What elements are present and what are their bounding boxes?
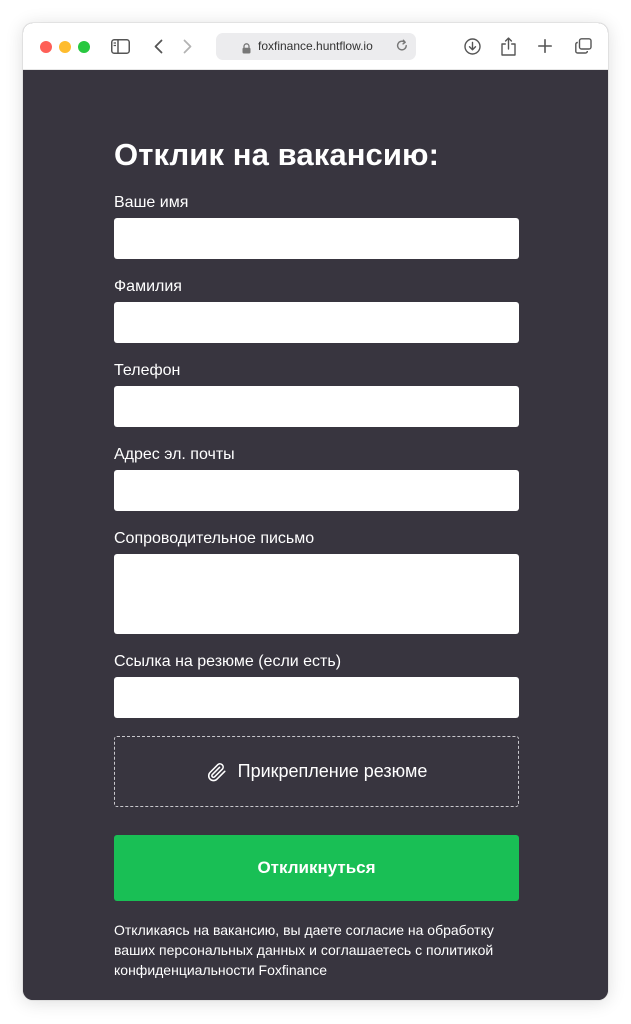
phone-label: Телефон	[114, 362, 181, 379]
attach-resume-label: Прикрепление резюме	[237, 761, 428, 781]
attach-resume-button[interactable]: Прикрепление резюме	[114, 736, 519, 807]
paperclip-icon	[206, 761, 228, 783]
phone-input[interactable]	[114, 386, 519, 427]
last-name-input[interactable]	[114, 302, 519, 343]
lock-icon	[242, 41, 251, 59]
reload-icon[interactable]	[395, 39, 409, 58]
sidebar-icon[interactable]	[110, 37, 130, 55]
new-tab-icon[interactable]	[536, 37, 554, 55]
browser-window: foxfinance.huntflow.io Отклик на ваканси…	[23, 23, 608, 1000]
cover-letter-textarea[interactable]	[114, 554, 519, 634]
email-label: Адрес эл. почты	[114, 446, 235, 463]
cover-letter-label: Сопроводительное письмо	[114, 530, 315, 547]
browser-toolbar: foxfinance.huntflow.io	[23, 23, 608, 70]
resume-link-input[interactable]	[114, 677, 519, 718]
zoom-window-button[interactable]	[78, 41, 90, 53]
email-input[interactable]	[114, 470, 519, 511]
url-text: foxfinance.huntflow.io	[258, 39, 373, 53]
consent-text: Откликаясь на вакансию, вы даете согласи…	[114, 922, 494, 978]
share-icon[interactable]	[499, 35, 517, 57]
form-title: Отклик на вакансию:	[114, 137, 440, 172]
first-name-input[interactable]	[114, 218, 519, 259]
forward-chevron-icon[interactable]	[180, 37, 194, 55]
submit-button[interactable]: Откликнуться	[114, 835, 519, 901]
download-icon[interactable]	[462, 36, 482, 56]
last-name-label: Фамилия	[114, 278, 182, 295]
first-name-label: Ваше имя	[114, 194, 189, 211]
address-bar[interactable]: foxfinance.huntflow.io	[216, 33, 416, 60]
application-form: Отклик на вакансию: Ваше имя Фамилия Тел…	[23, 70, 608, 1000]
minimize-window-button[interactable]	[59, 41, 71, 53]
close-window-button[interactable]	[40, 41, 52, 53]
resume-link-label: Ссылка на резюме (если есть)	[114, 653, 342, 670]
back-chevron-icon[interactable]	[151, 37, 165, 55]
tabs-overview-icon[interactable]	[573, 37, 593, 55]
